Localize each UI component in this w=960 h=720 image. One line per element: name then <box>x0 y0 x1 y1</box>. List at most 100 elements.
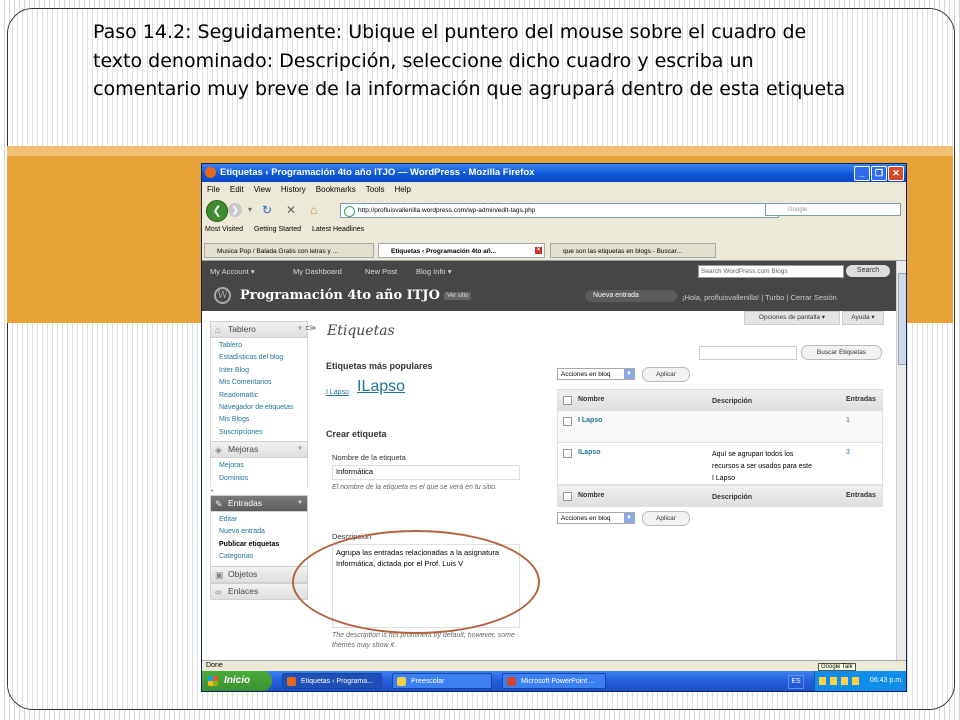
adminbar-blog-info[interactable]: Blog Info ▾ <box>416 267 451 276</box>
popular-tag-ilapso[interactable]: ILapso <box>357 378 405 396</box>
windows-taskbar: Inicio Etiquetas ‹ Programa... Preescola… <box>202 671 906 691</box>
bulk-actions-select-top[interactable]: Acciones en bloq ▼ <box>557 368 635 380</box>
firefox-icon <box>287 677 296 686</box>
close-button[interactable]: ✕ <box>888 166 904 181</box>
search-tags-button[interactable]: Buscar Etiquetas <box>801 345 882 360</box>
adminbar-my-account[interactable]: My Account ▾ <box>210 267 255 276</box>
home-icon[interactable]: ⌂ <box>310 203 317 217</box>
sidebar-item-tablero[interactable]: Tablero <box>219 340 307 352</box>
description-help: The description is not prominent by defa… <box>332 632 515 649</box>
select-all-checkbox[interactable] <box>563 396 572 405</box>
tab-bar: Musica Pop / Balada Gratis con letras y … <box>202 242 906 261</box>
sidebar-mejoras[interactable]: ◈ Mejoras ▼ <box>210 441 308 459</box>
col-descripcion[interactable]: Descripción <box>712 492 812 504</box>
sidebar-item-suscripciones[interactable]: Suscripciones <box>219 427 307 439</box>
menu-edit[interactable]: Edit <box>225 182 249 194</box>
tab-etiquetas[interactable]: Etiquetas ‹ Programación 4to añ... × <box>378 243 545 258</box>
sidebar-item-readomattic[interactable]: Readomattic <box>219 390 307 402</box>
bookmark-most-visited[interactable]: Most Visited <box>202 224 249 233</box>
search-placeholder: Google <box>788 207 808 213</box>
history-dropdown-icon[interactable]: ▾ <box>248 205 252 214</box>
sidebar-item-nueva-entrada[interactable]: Nueva entrada <box>219 526 307 538</box>
bookmark-getting-started[interactable]: Getting Started <box>251 224 307 233</box>
sidebar-item-editar[interactable]: Editar <box>219 514 307 526</box>
wp-search-input[interactable]: Search WordPress.com Blogs <box>698 265 844 278</box>
folder-icon <box>397 677 406 686</box>
search-tags-input[interactable] <box>699 346 797 360</box>
start-button[interactable]: Inicio <box>202 671 272 691</box>
scrollbar-thumb[interactable] <box>898 273 906 365</box>
tag-name-link[interactable]: ILapso <box>578 449 601 456</box>
menu-tools[interactable]: Tools <box>361 182 390 194</box>
media-icon: ▣ <box>215 569 224 580</box>
sidebar-item-dominios[interactable]: Dominios <box>219 473 307 485</box>
select-all-checkbox[interactable] <box>563 492 572 501</box>
menu-view[interactable]: View <box>249 182 276 194</box>
sidebar-item-navegador[interactable]: Navegador de etiquetas <box>219 402 307 414</box>
pushpin-icon: ✑ <box>305 321 317 337</box>
row-checkbox[interactable] <box>563 449 572 458</box>
adminbar-dashboard[interactable]: My Dashboard <box>293 267 342 276</box>
upgrade-icon: ◈ <box>215 445 222 456</box>
stop-icon[interactable]: ✕ <box>286 203 296 217</box>
bookmark-latest-headlines[interactable]: Latest Headlines <box>309 224 370 233</box>
apply-button-bottom[interactable]: Aplicar <box>642 511 690 526</box>
reload-icon[interactable]: ↻ <box>262 203 272 217</box>
wp-search-button[interactable]: Search <box>846 265 890 277</box>
view-site-button[interactable]: Ver sitio <box>444 292 472 300</box>
sidebar-collapse-icon[interactable]: ◂ <box>210 487 308 495</box>
task-firefox[interactable]: Etiquetas ‹ Programa... <box>282 673 382 689</box>
help-button[interactable]: Ayuda ▾ <box>842 311 884 325</box>
col-descripcion[interactable]: Descripción <box>712 396 812 408</box>
minimize-button[interactable]: _ <box>854 166 870 181</box>
task-powerpoint[interactable]: Microsoft PowerPoint ... <box>502 673 606 689</box>
apply-button-top[interactable]: Aplicar <box>642 367 690 382</box>
col-entradas[interactable]: Entradas <box>846 396 876 403</box>
sidebar-item-mis-blogs[interactable]: Mis Blogs <box>219 414 307 426</box>
sidebar-tablero-list: Tablero Estadísticas del blog Inter Blog… <box>210 338 308 442</box>
back-icon[interactable]: ❮ <box>206 200 228 222</box>
sidebar-item-inter-blog[interactable]: Inter Blog <box>219 365 307 377</box>
task-preescolar[interactable]: Preescolar <box>392 673 492 689</box>
adminbar-new-post[interactable]: New Post <box>365 267 397 276</box>
tab-musica[interactable]: Musica Pop / Balada Gratis con letras y … <box>204 243 374 258</box>
sidebar-entradas[interactable]: ✎ Entradas ▼ <box>210 495 308 513</box>
bulk-actions-value: Acciones en bloq <box>561 515 611 522</box>
maximize-button[interactable]: ❐ <box>871 166 887 181</box>
sidebar-item-mejoras[interactable]: Mejoras <box>219 460 307 472</box>
menu-bookmarks[interactable]: Bookmarks <box>311 182 361 194</box>
tag-count[interactable]: 1 <box>846 417 850 424</box>
language-indicator[interactable]: ES <box>788 675 804 689</box>
new-entry-button[interactable]: Nueva entrada <box>585 290 677 302</box>
bulk-actions-select-bottom[interactable]: Acciones en bloq ▼ <box>557 512 635 524</box>
sidebar-item-comentarios[interactable]: Mis Comentarios <box>219 377 307 389</box>
sidebar-tablero[interactable]: ⌂ Tablero ▼ <box>210 321 308 338</box>
sidebar-item-publicar-etiquetas[interactable]: Publicar etiquetas <box>219 539 307 551</box>
vertical-scrollbar[interactable] <box>896 261 906 660</box>
menu-history[interactable]: History <box>276 182 311 194</box>
col-nombre[interactable]: Nombre <box>578 396 604 403</box>
tag-name-link[interactable]: I Lapso <box>578 417 603 424</box>
menu-help[interactable]: Help <box>389 182 415 194</box>
tag-name-input[interactable]: Informática <box>332 465 520 480</box>
start-label: Inicio <box>224 675 251 686</box>
col-nombre[interactable]: Nombre <box>578 492 604 499</box>
popular-tag-i-lapso[interactable]: I Lapso <box>326 389 349 396</box>
screen-options-button[interactable]: Opciones de pantalla ▾ <box>744 311 840 325</box>
sidebar-item-categorias[interactable]: Categorías <box>219 551 307 563</box>
menu-file[interactable]: File <box>202 182 225 194</box>
url-bar[interactable]: http://profluisvallenilla.wordpress.com/… <box>340 203 779 218</box>
tray-icons[interactable] <box>819 677 861 685</box>
chevron-down-icon: ▼ <box>624 369 634 379</box>
col-entradas[interactable]: Entradas <box>846 492 876 499</box>
menu-bar: File Edit View History Bookmarks Tools Help <box>202 182 906 197</box>
close-tab-icon[interactable]: × <box>535 247 542 254</box>
row-checkbox[interactable] <box>563 417 572 426</box>
forward-icon[interactable]: ❯ <box>228 203 242 217</box>
admin-sidebar: ⌂ Tablero ▼ Tablero Estadísticas del blog … <box>210 321 308 600</box>
search-input[interactable]: Google <box>765 203 901 216</box>
window-titlebar: Etiquetas ‹ Programación 4to año ITJO — … <box>202 164 906 182</box>
tab-buscar[interactable]: que son las etiquetas en blogs - Buscar.… <box>550 243 716 258</box>
tag-count[interactable]: 3 <box>846 449 850 456</box>
sidebar-item-estadisticas[interactable]: Estadísticas del blog <box>219 352 307 364</box>
